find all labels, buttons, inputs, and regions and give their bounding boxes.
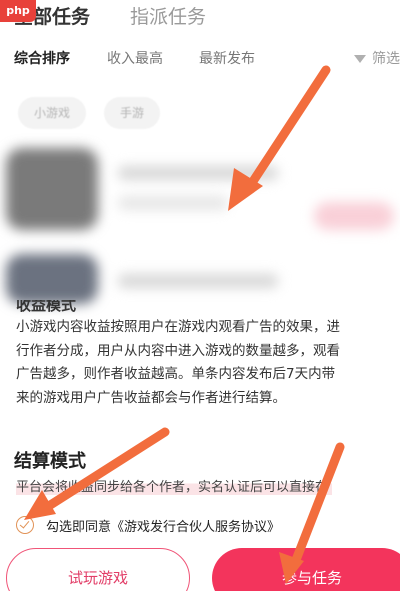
top-tab-bar: 全部任务 指派任务 php <box>0 0 400 38</box>
game-thumbnail <box>6 254 98 304</box>
filter-button[interactable]: 筛选 <box>354 48 400 68</box>
agreement-text: 勾选即同意《游戏发行合伙人服务协议》 <box>46 516 280 535</box>
chip-mini-game[interactable]: 小游戏 <box>18 97 87 129</box>
filter-label: 筛选 <box>372 51 400 67</box>
trial-game-button[interactable]: 试玩游戏 <box>6 548 190 591</box>
chip-mobile-game[interactable]: 手游 <box>104 97 161 129</box>
check-circle-icon[interactable] <box>16 516 34 534</box>
sort-highest-income[interactable]: 收入最高 <box>107 48 163 68</box>
game-title-placeholder <box>118 274 278 288</box>
join-task-button[interactable]: 参与任务 <box>212 548 400 591</box>
game-title-placeholder <box>118 166 278 180</box>
settlement-text: 平台会将收益同步给各个作者，实名认证后可以直接在 <box>16 476 333 495</box>
watermark-logo: php <box>0 0 36 22</box>
sort-comprehensive[interactable]: 综合排序 <box>14 48 70 68</box>
settlement-title: 结算模式 <box>14 451 86 472</box>
filter-icon <box>354 55 366 63</box>
sort-bar: 综合排序 收入最高 最新发布 筛选 <box>0 48 400 72</box>
game-thumbnail <box>6 148 98 230</box>
game-card[interactable] <box>0 248 400 304</box>
sort-newest[interactable]: 最新发布 <box>199 48 255 68</box>
game-badge <box>314 202 394 230</box>
game-card[interactable] <box>0 140 400 250</box>
agreement-link[interactable]: 《游戏发行合伙人服务协议》 <box>111 520 280 535</box>
agreement-prefix: 勾选即同意 <box>46 520 112 535</box>
income-description: 小游戏内容收益按照用户在游戏内观看广告的效果，进 行作者分成，用户从内容中进入游… <box>16 319 340 406</box>
tab-assigned-tasks[interactable]: 指派任务 <box>130 2 206 29</box>
game-subtitle-placeholder <box>118 196 228 210</box>
